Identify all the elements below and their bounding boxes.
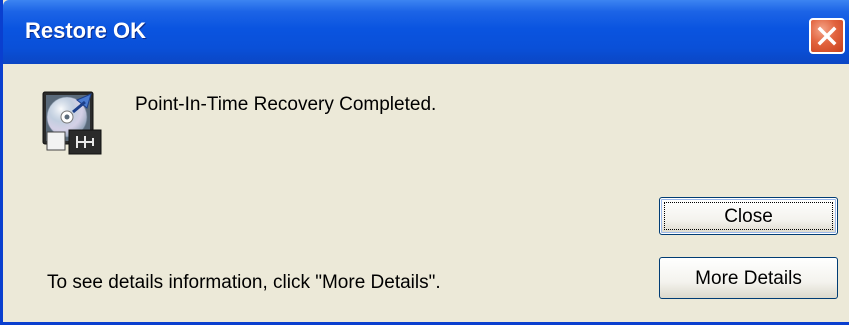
title-bar[interactable]: Restore OK bbox=[3, 0, 849, 64]
more-details-button[interactable]: More Details bbox=[659, 257, 838, 299]
window-title: Restore OK bbox=[25, 18, 147, 43]
disk-recovery-icon bbox=[41, 90, 105, 156]
details-hint: To see details information, click "More … bbox=[47, 272, 441, 293]
status-message: Point-In-Time Recovery Completed. bbox=[135, 94, 437, 115]
close-button-label: Close bbox=[724, 206, 773, 227]
close-icon[interactable] bbox=[809, 18, 845, 54]
dialog-window: Restore OK Point-In-Time Recovery Comple… bbox=[0, 0, 849, 325]
more-details-button-label: More Details bbox=[695, 268, 802, 289]
close-button[interactable]: Close bbox=[659, 197, 838, 235]
